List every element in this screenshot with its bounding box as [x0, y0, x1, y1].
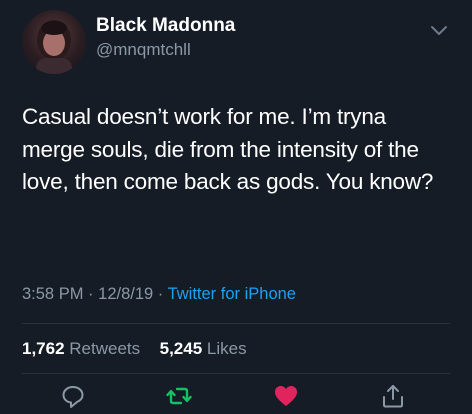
- tweet-meta: 3:58 PM · 12/8/19 · Twitter for iPhone: [22, 285, 296, 304]
- tweet-date: 12/8/19: [98, 285, 154, 303]
- likes-label[interactable]: Likes: [207, 339, 247, 358]
- reply-icon[interactable]: [60, 383, 86, 409]
- meta-separator: ·: [157, 285, 168, 303]
- user-handle[interactable]: @mnqmtchll: [96, 40, 191, 60]
- meta-separator: ·: [88, 285, 99, 303]
- retweets-label[interactable]: Retweets: [69, 339, 140, 358]
- share-icon[interactable]: [380, 383, 406, 409]
- chevron-down-icon[interactable]: [429, 24, 449, 38]
- tweet-time: 3:58 PM: [22, 285, 84, 303]
- tweet-source-link[interactable]: Twitter for iPhone: [168, 285, 296, 303]
- divider: [22, 373, 450, 374]
- retweet-icon[interactable]: [166, 383, 192, 409]
- retweets-count[interactable]: 1,762: [22, 339, 65, 358]
- tweet-actions: [0, 380, 472, 408]
- divider: [22, 323, 450, 324]
- likes-count[interactable]: 5,245: [160, 339, 203, 358]
- avatar[interactable]: [22, 10, 86, 74]
- heart-icon[interactable]: [273, 383, 299, 409]
- user-name[interactable]: Black Madonna: [96, 15, 235, 37]
- tweet-stats: 1,762 Retweets 5,245 Likes: [22, 339, 247, 359]
- tweet-text: Casual doesn’t work for me. I’m tryna me…: [22, 104, 434, 194]
- tweet-header: Black Madonna @mnqmtchll: [0, 0, 472, 80]
